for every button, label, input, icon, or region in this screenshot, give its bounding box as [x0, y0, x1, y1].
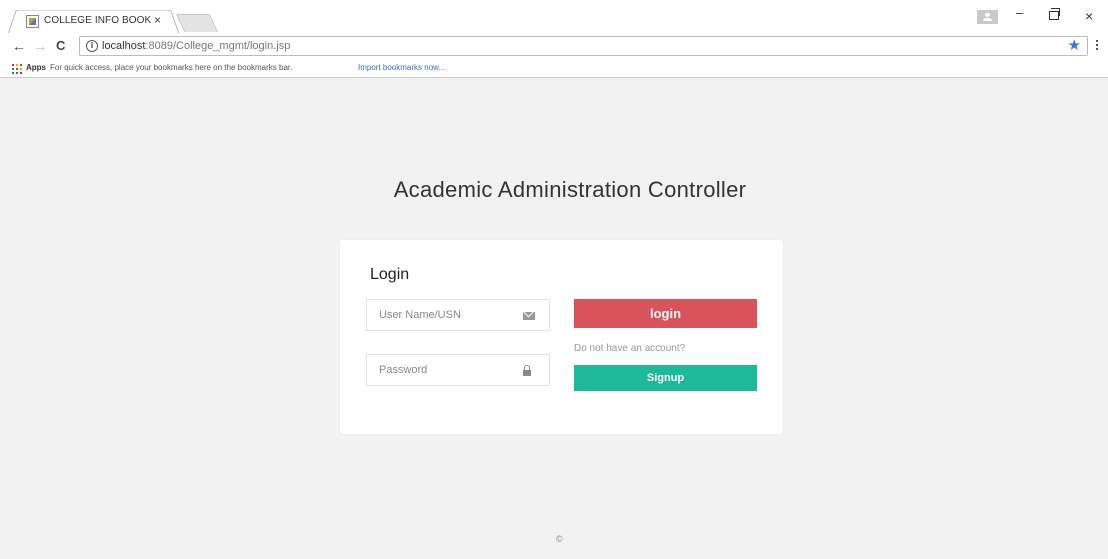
browser-menu-icon[interactable]: [1096, 40, 1099, 52]
apps-grid-icon[interactable]: [12, 64, 22, 74]
tab-strip: COLLEGE INFO BOOK × – ×: [0, 0, 1108, 34]
page-viewport: Academic Administration Controller Login…: [8, 79, 1108, 559]
login-card: Login login Do not have an account? Sign…: [340, 240, 783, 434]
restore-button[interactable]: [1049, 8, 1060, 20]
forward-button[interactable]: →: [33, 38, 47, 54]
profile-icon[interactable]: [977, 10, 998, 24]
login-title: Login: [370, 266, 410, 283]
page-title: Academic Administration Controller: [393, 177, 747, 202]
url-path: :8089/College_mgmt/login.jsp: [145, 40, 291, 52]
no-account-text: Do not have an account?: [574, 343, 686, 354]
browser-toolbar: ← → C i localhost:8089/College_mgmt/logi…: [0, 33, 1108, 59]
close-window-button[interactable]: ×: [1085, 9, 1093, 23]
minimize-button[interactable]: –: [1016, 6, 1023, 20]
username-input[interactable]: [367, 300, 517, 330]
lock-icon: [523, 365, 531, 376]
reload-button[interactable]: C: [56, 38, 65, 54]
apps-shortcut[interactable]: Apps: [26, 63, 46, 72]
password-field[interactable]: [366, 354, 550, 386]
new-tab-button[interactable]: [175, 14, 219, 32]
tab-title: COLLEGE INFO BOOK: [44, 15, 152, 26]
username-field[interactable]: [366, 299, 550, 331]
bookmark-star-icon[interactable]: ★: [1068, 37, 1081, 55]
back-button[interactable]: ←: [12, 38, 26, 54]
url-host: localhost: [102, 40, 146, 52]
bookmarks-bar: Apps For quick access, place your bookma…: [0, 59, 1108, 78]
password-input[interactable]: [367, 355, 517, 385]
signup-button[interactable]: Signup: [574, 365, 757, 391]
import-bookmarks-link[interactable]: Import bookmarks now...: [358, 63, 445, 72]
tab-close-button[interactable]: ×: [154, 13, 161, 27]
url-text[interactable]: localhost:8089/College_mgmt/login.jsp: [102, 40, 290, 52]
site-info-icon[interactable]: i: [86, 40, 98, 52]
bookmarks-hint: For quick access, place your bookmarks h…: [50, 63, 293, 72]
site-favicon-icon: [26, 15, 39, 28]
envelope-icon: [523, 312, 535, 320]
footer-copyright: ©: [556, 534, 563, 544]
login-button[interactable]: login: [574, 299, 757, 328]
address-bar[interactable]: i localhost:8089/College_mgmt/login.jsp …: [79, 36, 1088, 56]
